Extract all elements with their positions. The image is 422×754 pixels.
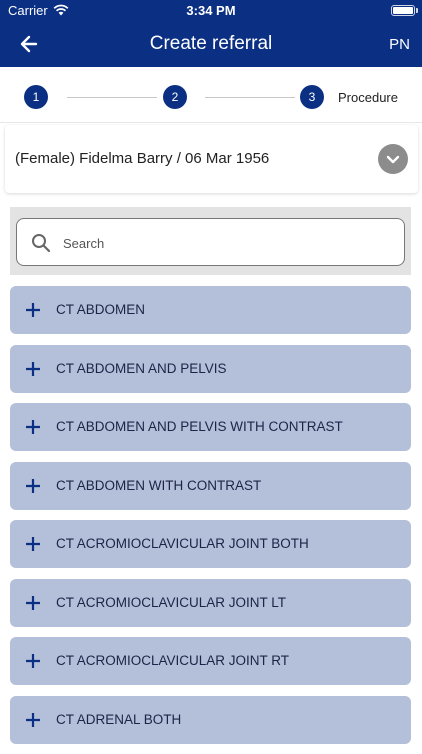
plus-icon (26, 595, 40, 610)
step-2[interactable]: 2 (163, 85, 187, 109)
procedure-label: CT ACROMIOCLAVICULAR JOINT BOTH (56, 536, 309, 551)
procedure-item[interactable]: CT ACROMIOCLAVICULAR JOINT RT (10, 637, 411, 685)
procedure-item[interactable]: CT ABDOMEN WITH CONTRAST (10, 461, 411, 510)
step-connector (205, 97, 295, 98)
procedure-label: CT ADRENAL BOTH (56, 711, 182, 727)
step-connector (67, 97, 157, 98)
search-box[interactable] (16, 218, 405, 266)
plus-icon (26, 420, 40, 434)
battery-icon (391, 5, 415, 16)
plus-icon (26, 537, 40, 551)
step-3[interactable]: 3 (300, 85, 324, 109)
step-3-label: Procedure (338, 90, 398, 105)
procedure-item[interactable]: CT ABDOMEN AND PELVIS (10, 344, 411, 393)
procedure-label: CT ABDOMEN AND PELVIS (56, 360, 227, 376)
plus-icon (26, 303, 40, 317)
procedure-item[interactable]: CT ACROMIOCLAVICULAR JOINT LT (10, 578, 411, 627)
patient-summary: (Female) Fidelma Barry / 06 Mar 1956 (15, 150, 270, 167)
plus-icon (26, 361, 40, 376)
patient-selector[interactable]: (Female) Fidelma Barry / 06 Mar 1956 (5, 125, 418, 193)
search-panel (10, 207, 411, 275)
plus-icon (26, 478, 40, 493)
app-header: Carrier 3:34 PM Create referral PN (0, 0, 422, 67)
search-input[interactable] (63, 231, 383, 255)
status-bar: Carrier 3:34 PM (0, 0, 422, 22)
plus-icon (26, 654, 40, 668)
procedure-item[interactable]: CT ACROMIOCLAVICULAR JOINT BOTH (10, 520, 411, 568)
search-icon (32, 234, 51, 253)
chevron-down-icon (386, 155, 400, 164)
procedure-item[interactable]: CT ABDOMEN AND PELVIS WITH CONTRAST (10, 403, 411, 451)
procedure-item[interactable]: CT ABDOMEN (10, 286, 411, 334)
procedure-label: CT ACROMIOCLAVICULAR JOINT RT (56, 653, 290, 668)
procedure-label: CT ABDOMEN (56, 302, 146, 317)
patient-expand-button[interactable] (378, 144, 408, 174)
step-1[interactable]: 1 (24, 85, 48, 109)
procedure-label: CT ABDOMEN WITH CONTRAST (56, 477, 262, 493)
plus-icon (26, 712, 40, 727)
procedure-label: CT ABDOMEN AND PELVIS WITH CONTRAST (56, 419, 343, 434)
procedure-label: CT ACROMIOCLAVICULAR JOINT LT (56, 594, 287, 610)
progress-stepper: 1 2 3 Procedure (0, 67, 422, 123)
clock: 3:34 PM (186, 3, 236, 18)
user-initials-button[interactable]: PN (389, 36, 410, 53)
battery-tip (416, 8, 418, 13)
procedure-list: CT ABDOMEN CT ABDOMEN AND PELVIS CT ABDO… (10, 286, 411, 754)
page-title: Create referral (149, 33, 273, 54)
procedure-item[interactable]: CT ADRENAL BOTH (10, 695, 411, 744)
